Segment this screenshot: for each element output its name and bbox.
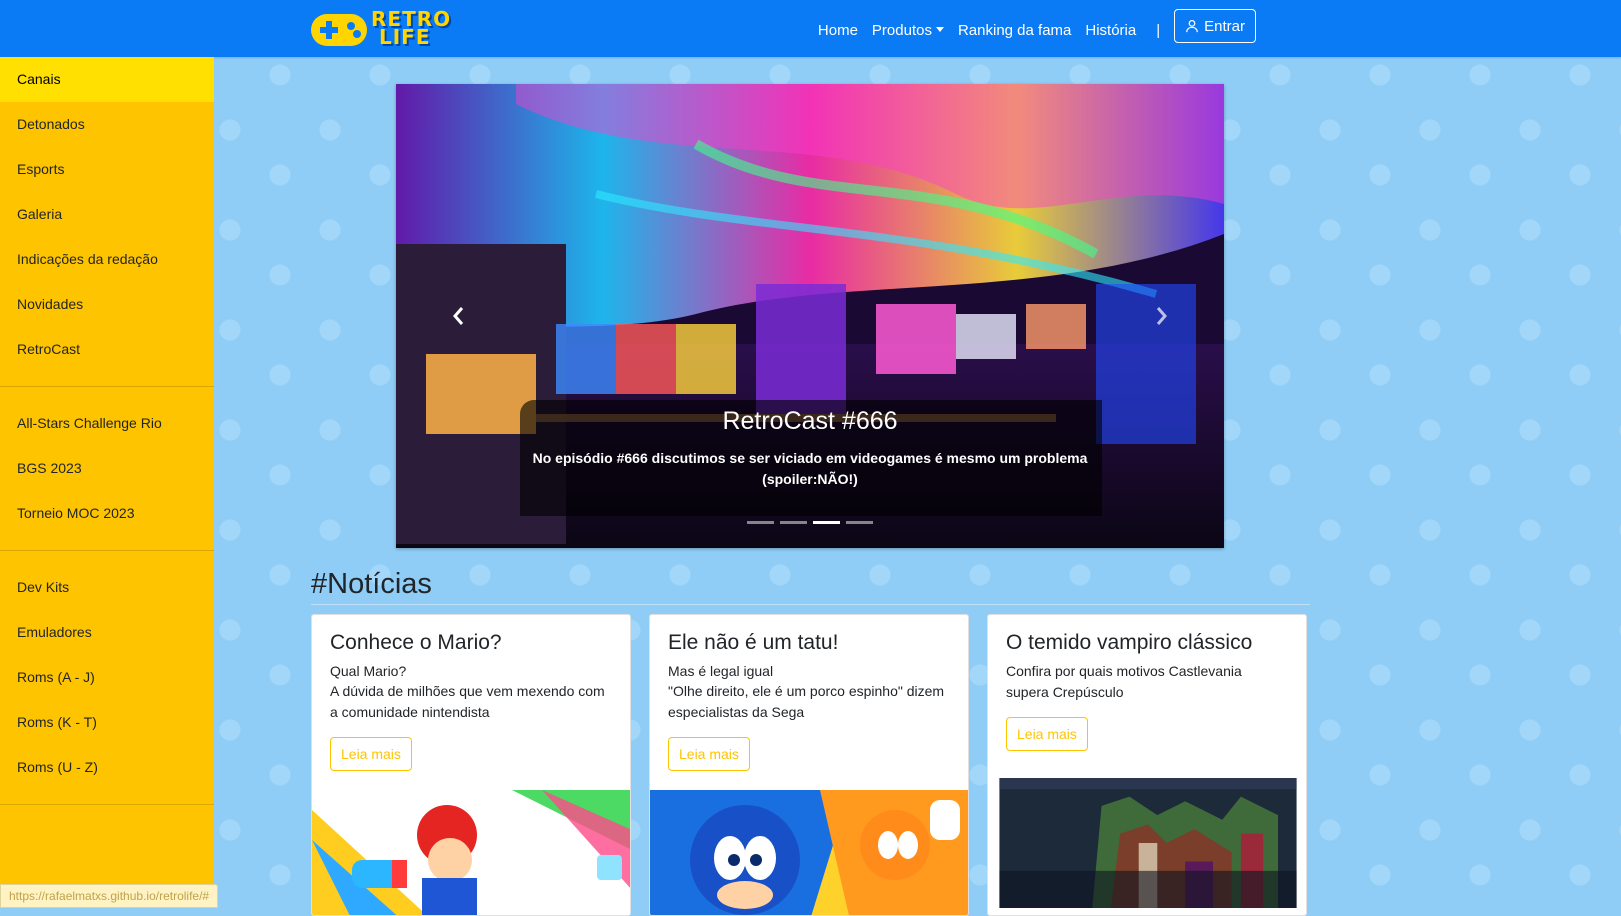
- sidebar-divider: [0, 804, 214, 805]
- sidebar-divider: [0, 550, 214, 551]
- read-more-button[interactable]: Leia mais: [668, 737, 750, 771]
- carousel-indicator-3[interactable]: [813, 521, 840, 524]
- sidebar-item-canais[interactable]: Canais: [0, 57, 214, 102]
- mario-image: [312, 790, 630, 915]
- carousel-next-icon[interactable]: [1156, 306, 1168, 326]
- logo-text: RETRO LIFE: [371, 7, 452, 49]
- sidebar-item-roms-k-t[interactable]: Roms (K - T): [0, 700, 214, 745]
- hero-carousel[interactable]: RetroCast #666 No episódio #666 discutim…: [396, 84, 1224, 548]
- gamepad-icon: [311, 14, 367, 46]
- sidebar-item-retrocast[interactable]: RetroCast: [0, 327, 214, 372]
- carousel-indicators: [396, 521, 1224, 524]
- card-text: Confira por quais motivos Castlevania su…: [1006, 663, 1242, 700]
- caret-down-icon: [935, 26, 944, 32]
- carousel-indicator-4[interactable]: [846, 521, 873, 524]
- news-heading: #Notícias: [311, 568, 432, 600]
- login-button[interactable]: Entrar: [1174, 9, 1256, 43]
- read-more-button[interactable]: Leia mais: [1006, 717, 1088, 751]
- nav-home[interactable]: Home: [818, 22, 858, 39]
- card-text: A dúvida de milhões que vem mexendo com …: [330, 683, 605, 720]
- card-text: "Olhe direito, ele é um porco espinho" d…: [668, 683, 945, 720]
- card-title: Ele não é um tatu!: [668, 631, 839, 654]
- news-card-sonic: Ele não é um tatu! Mas é legal igual "Ol…: [649, 614, 969, 916]
- read-more-button[interactable]: Leia mais: [330, 737, 412, 771]
- status-bar-url: https://rafaelmatxs.github.io/retrolife/…: [0, 884, 219, 908]
- sidebar-item-roms-a-j[interactable]: Roms (A - J): [0, 655, 214, 700]
- card-title: Conhece o Mario?: [330, 631, 502, 654]
- news-card-mario: Conhece o Mario? Qual Mario? A dúvida de…: [311, 614, 631, 916]
- sidebar-item-torneio-moc[interactable]: Torneio MOC 2023: [0, 491, 214, 536]
- retro-life-logo[interactable]: RETRO LIFE: [311, 7, 461, 49]
- nav-historia[interactable]: História: [1085, 22, 1136, 39]
- carousel-prev-icon[interactable]: [452, 306, 464, 326]
- carousel-caption-text: No episódio #666 discutimos se ser vicia…: [532, 450, 1088, 487]
- sidebar-item-detonados[interactable]: Detonados: [0, 102, 214, 147]
- castlevania-image: [999, 778, 1297, 908]
- card-title: O temido vampiro clássico: [1006, 631, 1253, 654]
- nav-ranking[interactable]: Ranking da fama: [958, 22, 1071, 39]
- sonic-image: [650, 790, 968, 915]
- card-subtitle: Mas é legal igual: [668, 663, 774, 679]
- sidebar: Canais Detonados Esports Galeria Indicaç…: [0, 57, 214, 906]
- user-icon: [1186, 19, 1199, 33]
- sidebar-item-indicacoes[interactable]: Indicações da redação: [0, 237, 214, 282]
- nav-separator: |: [1156, 21, 1161, 39]
- sidebar-item-all-stars[interactable]: All-Stars Challenge Rio: [0, 401, 214, 446]
- carousel-indicator-1[interactable]: [747, 521, 774, 524]
- nav-links: Home Produtos Ranking da fama História |…: [804, 9, 1256, 43]
- sidebar-item-esports[interactable]: Esports: [0, 147, 214, 192]
- carousel-indicator-2[interactable]: [780, 521, 807, 524]
- sidebar-item-bgs-2023[interactable]: BGS 2023: [0, 446, 214, 491]
- top-navbar: RETRO LIFE Home Produtos Ranking da fama…: [0, 0, 1621, 57]
- sidebar-item-novidades[interactable]: Novidades: [0, 282, 214, 327]
- card-subtitle: Qual Mario?: [330, 663, 407, 679]
- carousel-caption-title: RetroCast #666: [722, 407, 898, 435]
- news-divider: [311, 604, 1310, 605]
- nav-produtos-dropdown[interactable]: Produtos: [872, 22, 944, 39]
- news-card-castlevania: O temido vampiro clássico Confira por qu…: [987, 614, 1307, 916]
- sidebar-item-dev-kits[interactable]: Dev Kits: [0, 565, 214, 610]
- sidebar-item-galeria[interactable]: Galeria: [0, 192, 214, 237]
- sidebar-item-emuladores[interactable]: Emuladores: [0, 610, 214, 655]
- sidebar-item-roms-u-z[interactable]: Roms (U - Z): [0, 745, 214, 790]
- sidebar-divider: [0, 386, 214, 387]
